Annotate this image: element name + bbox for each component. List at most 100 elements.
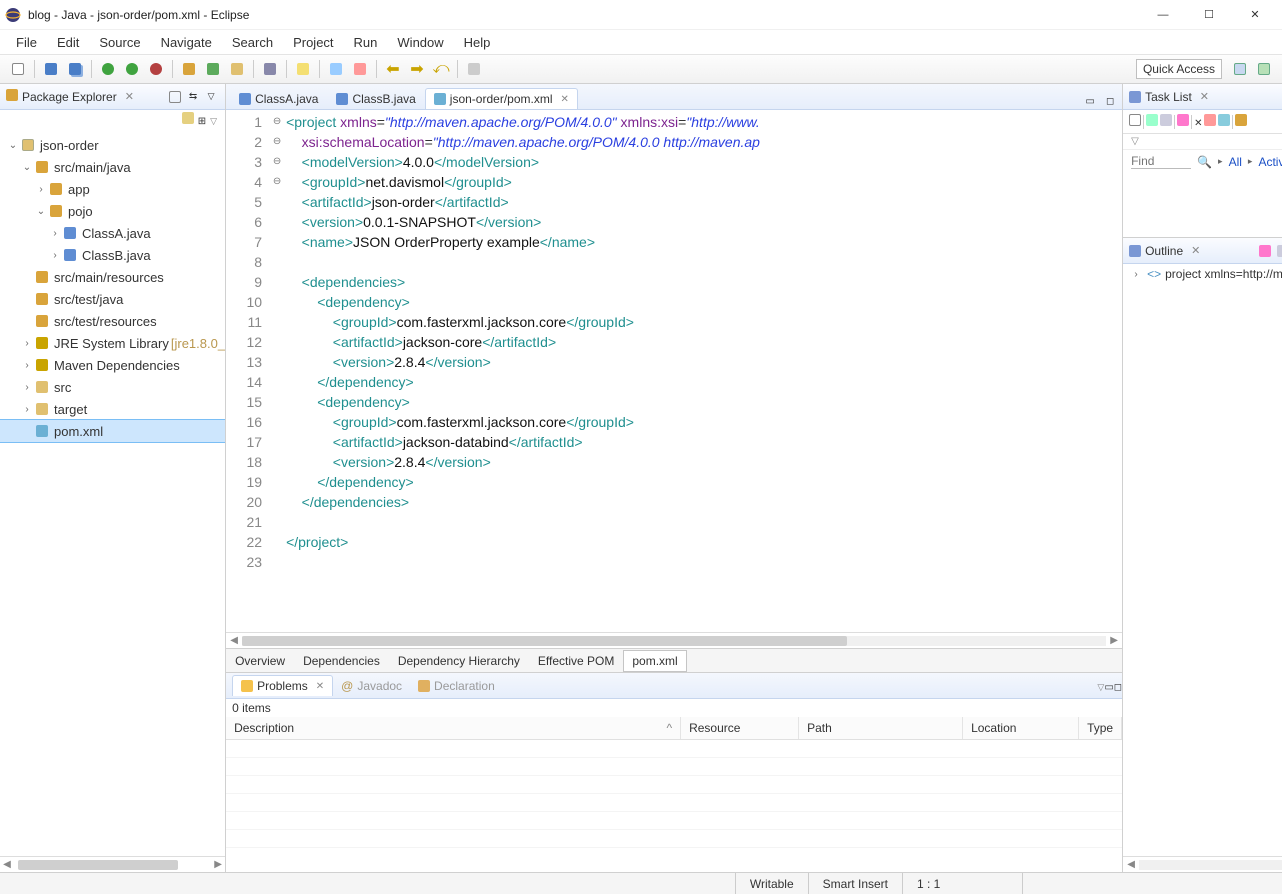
perspective-resource-button[interactable] — [1229, 58, 1251, 80]
explorer-hscrollbar[interactable]: ◀ ▶ — [0, 856, 225, 872]
tree-jre[interactable]: ›JRE System Library [jre1.8.0_ — [0, 332, 225, 354]
editor-hscrollbar[interactable]: ◀▶ — [226, 632, 1122, 648]
view-menu-icon[interactable]: ▽ — [203, 89, 219, 105]
menu-source[interactable]: Source — [89, 33, 150, 52]
open-type-button[interactable] — [259, 58, 281, 80]
collapse-icon[interactable]: ✕ — [1194, 113, 1202, 131]
run-last-button[interactable] — [145, 58, 167, 80]
tree-src-folder[interactable]: ›src — [0, 376, 225, 398]
menu-project[interactable]: Project — [283, 33, 343, 52]
debug-button[interactable] — [97, 58, 119, 80]
tab-pom[interactable]: json-order/pom.xml✕ — [425, 88, 578, 109]
menu-run[interactable]: Run — [344, 33, 388, 52]
tree-target[interactable]: ›target — [0, 398, 225, 420]
save-all-button[interactable] — [64, 58, 86, 80]
tab-classa[interactable]: ClassA.java — [230, 88, 327, 109]
search-button[interactable] — [292, 58, 314, 80]
view-close-icon[interactable]: ✕ — [1191, 244, 1200, 257]
btab-pomxml[interactable]: pom.xml — [623, 650, 686, 672]
maximize-button[interactable]: ☐ — [1186, 0, 1232, 30]
problems-view-menu-icon[interactable]: ▽ — [1097, 679, 1104, 693]
view-close-icon[interactable]: ✕ — [1200, 90, 1209, 103]
sync-icon[interactable] — [1218, 113, 1230, 131]
view-close-icon[interactable]: ✕ — [125, 90, 134, 103]
new-button[interactable] — [7, 58, 29, 80]
menu-search[interactable]: Search — [222, 33, 283, 52]
package-explorer-tree[interactable]: ⌄json-order ⌄src/main/java ›app ⌄pojo ›C… — [0, 130, 225, 856]
tree-maven-deps[interactable]: ›Maven Dependencies — [0, 354, 225, 376]
tree-pom[interactable]: pom.xml — [0, 420, 225, 442]
perspective-java-button[interactable] — [1253, 58, 1275, 80]
quick-access-input[interactable]: Quick Access — [1136, 59, 1222, 79]
nav-last-edit-button[interactable]: ⤺ — [430, 58, 452, 80]
new-package-button[interactable] — [178, 58, 200, 80]
tree-classa[interactable]: ›ClassA.java — [0, 222, 225, 244]
nav-back-button[interactable]: ⬅ — [382, 58, 404, 80]
save-button[interactable] — [40, 58, 62, 80]
col-location[interactable]: Location — [963, 717, 1079, 739]
tab-problems[interactable]: Problems✕ — [232, 675, 333, 696]
menu-window[interactable]: Window — [387, 33, 453, 52]
nav-forward-button[interactable]: ➡ — [406, 58, 428, 80]
fold-gutter[interactable]: ⊖⊖⊖⊖ — [270, 110, 284, 632]
col-type[interactable]: Type — [1079, 717, 1122, 739]
problems-table[interactable]: Description^ Resource Path Location Type — [226, 717, 1122, 872]
btab-dependencies[interactable]: Dependencies — [294, 650, 389, 672]
tree-src-main-java[interactable]: ⌄src/main/java — [0, 156, 225, 178]
outline-focus-icon[interactable] — [1257, 243, 1273, 259]
code-area[interactable]: <project xmlns="http://maven.apache.org/… — [284, 110, 1122, 632]
tab-declaration[interactable]: Declaration — [410, 676, 503, 696]
minimize-button[interactable]: — — [1140, 0, 1186, 30]
new-folder-button[interactable] — [226, 58, 248, 80]
explorer-menu-icon[interactable]: ▽ — [210, 111, 217, 129]
tab-close-icon[interactable]: ✕ — [561, 94, 569, 105]
tree-src-test-resources[interactable]: src/test/resources — [0, 310, 225, 332]
task-all-link[interactable]: All — [1229, 155, 1242, 169]
task-list-body[interactable] — [1123, 173, 1282, 237]
focus-task-icon[interactable] — [1177, 113, 1189, 131]
annotate-button[interactable] — [349, 58, 371, 80]
btab-dep-hierarchy[interactable]: Dependency Hierarchy — [389, 650, 529, 672]
schedule-icon[interactable] — [1160, 113, 1172, 131]
menu-help[interactable]: Help — [454, 33, 501, 52]
outline-hscrollbar[interactable]: ◀▶ — [1123, 856, 1282, 872]
new-class-button[interactable] — [202, 58, 224, 80]
categorize-icon[interactable] — [1146, 113, 1158, 131]
tree-pkg-app[interactable]: ›app — [0, 178, 225, 200]
search-icon[interactable]: 🔍 — [1197, 155, 1212, 169]
close-button[interactable]: ✕ — [1232, 0, 1278, 30]
run-button[interactable] — [121, 58, 143, 80]
menu-navigate[interactable]: Navigate — [151, 33, 222, 52]
collapse-all-icon[interactable] — [167, 89, 183, 105]
task-menu-icon[interactable]: ▽ — [1123, 134, 1282, 149]
menu-edit[interactable]: Edit — [47, 33, 89, 52]
tree-pkg-pojo[interactable]: ⌄pojo — [0, 200, 225, 222]
tab-classb[interactable]: ClassB.java — [327, 88, 424, 109]
menu-file[interactable]: File — [6, 33, 47, 52]
filter-icon[interactable] — [182, 111, 194, 129]
outline-sort-icon[interactable] — [1275, 243, 1282, 259]
col-description[interactable]: Description^ — [226, 717, 681, 739]
task-find-input[interactable] — [1131, 154, 1191, 169]
col-resource[interactable]: Resource — [681, 717, 799, 739]
tree-src-test-java[interactable]: src/test/java — [0, 288, 225, 310]
editor-minimize-icon[interactable]: ▭ — [1082, 93, 1098, 109]
new-task-icon[interactable] — [1129, 113, 1141, 131]
filter-task-icon[interactable] — [1204, 113, 1216, 131]
tab-close-icon[interactable]: ✕ — [316, 681, 324, 692]
col-path[interactable]: Path — [799, 717, 963, 739]
btab-effective-pom[interactable]: Effective POM — [529, 650, 623, 672]
tree-src-main-resources[interactable]: src/main/resources — [0, 266, 225, 288]
tree-project[interactable]: ⌄json-order — [0, 134, 225, 156]
code-editor[interactable]: 1234567891011121314151617181920212223 ⊖⊖… — [226, 110, 1122, 632]
tab-javadoc[interactable]: @ Javadoc — [333, 676, 410, 696]
problems-minimize-icon[interactable]: ▭ — [1104, 679, 1113, 693]
task-activate-link[interactable]: Activate... — [1258, 155, 1282, 169]
link-editor-icon[interactable]: ⇆ — [185, 89, 201, 105]
outline-item-project[interactable]: › <> project xmlns=http://maven.apach — [1123, 264, 1282, 284]
editor-maximize-icon[interactable]: ◻ — [1102, 93, 1118, 109]
toggle-mark-button[interactable] — [325, 58, 347, 80]
task-link-editor-icon[interactable] — [1235, 113, 1247, 131]
pin-button[interactable] — [463, 58, 485, 80]
problems-maximize-icon[interactable]: ◻ — [1114, 679, 1122, 693]
